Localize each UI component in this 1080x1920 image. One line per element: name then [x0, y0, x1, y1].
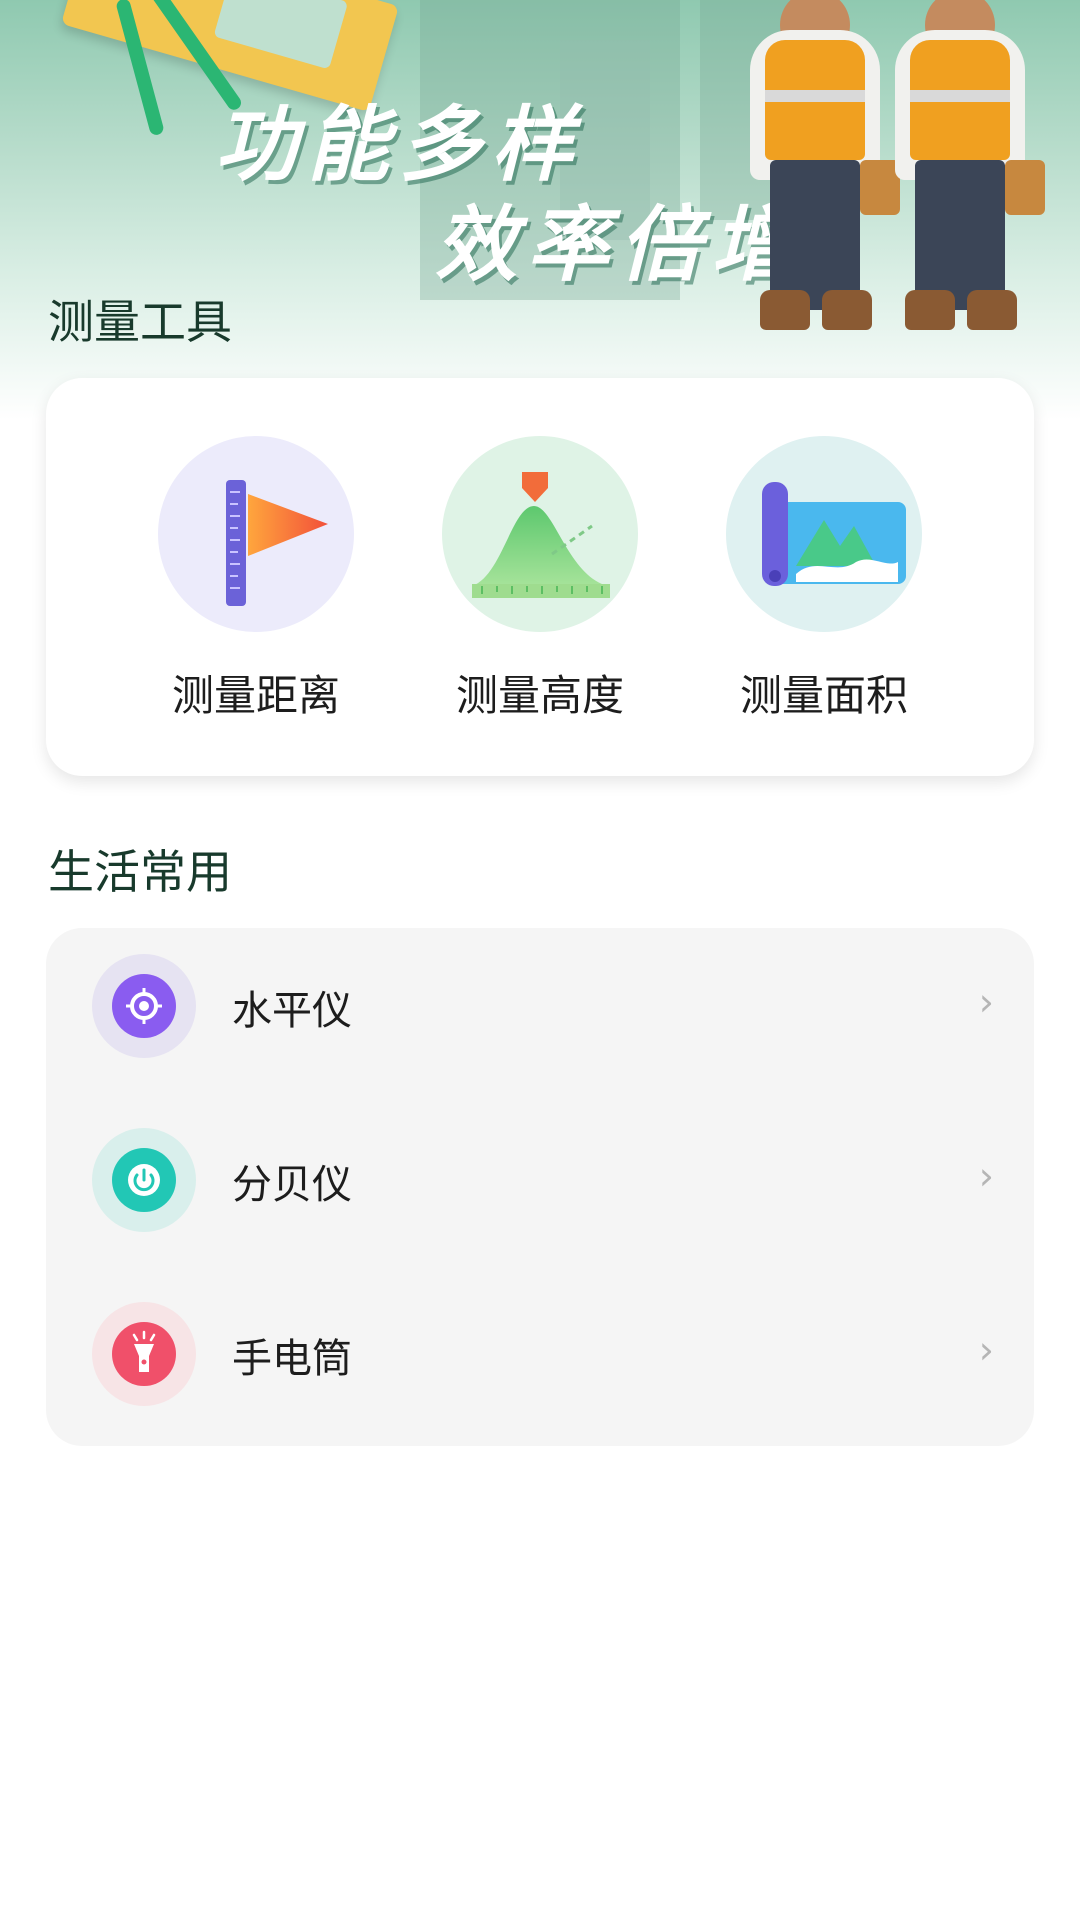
flashlight-icon	[132, 1330, 156, 1372]
list-item-decibel[interactable]: 分贝仪 ›	[46, 1102, 1034, 1252]
chevron-right-icon: ›	[978, 1328, 994, 1372]
measure-height-button[interactable]: 测量高度	[420, 436, 660, 723]
measure-height-label: 测量高度	[455, 671, 624, 720]
list-item-flashlight[interactable]: 手电筒 ›	[46, 1276, 1034, 1426]
list-item-label: 分贝仪	[232, 1162, 352, 1208]
list-item-label: 手电筒	[232, 1336, 352, 1382]
measure-distance-button[interactable]: 测量距离	[136, 436, 376, 723]
banner-slogan-line2: 效率倍增	[435, 198, 803, 293]
decibel-power-icon	[128, 1164, 160, 1196]
measure-distance-label: 测量距离	[171, 671, 340, 720]
list-item-level[interactable]: 水平仪 ›	[46, 928, 1034, 1078]
life-tools-list: 水平仪 › 分贝仪 › 手电筒 ›	[46, 928, 1034, 1446]
chevron-right-icon: ›	[978, 1154, 994, 1198]
measure-area-label: 测量面积	[739, 671, 908, 720]
measure-section-title: 测量工具	[48, 295, 232, 349]
mountain-height-icon	[472, 472, 610, 598]
measure-tools-card: 测量距离 测量高度 测量面积	[46, 378, 1034, 776]
map-area-icon	[762, 482, 906, 586]
ruler-flag-icon	[226, 480, 328, 606]
list-item-label: 水平仪	[232, 988, 352, 1034]
chevron-right-icon: ›	[978, 980, 994, 1024]
hero-banner: 功能多样 效率倍增	[0, 0, 1080, 420]
measure-area-button[interactable]: 测量面积	[704, 436, 944, 723]
life-section-title: 生活常用	[48, 845, 232, 899]
level-target-icon	[126, 988, 162, 1024]
